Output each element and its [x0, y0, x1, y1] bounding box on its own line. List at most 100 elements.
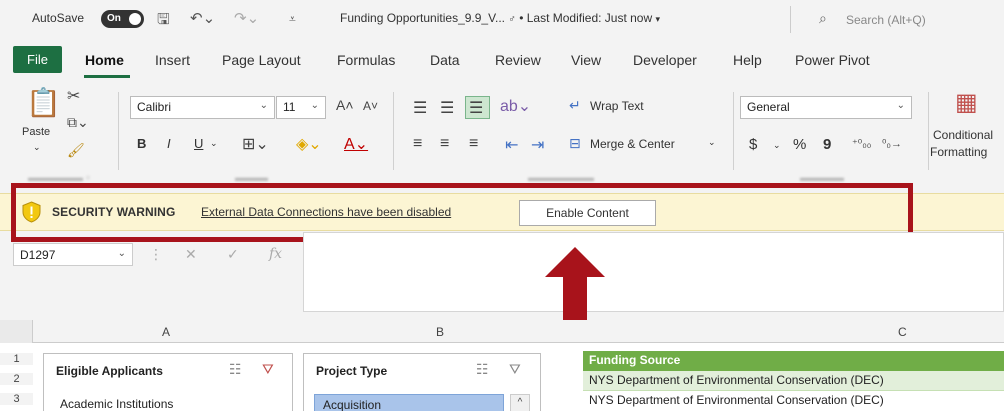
- tab-power-pivot[interactable]: Power Pivot: [795, 52, 870, 68]
- paste-icon[interactable]: 📋: [26, 86, 61, 119]
- enter-icon[interactable]: ✓: [227, 246, 239, 263]
- search-icon: ⌕: [819, 10, 827, 26]
- save-icon[interactable]: 🖫: [157, 9, 170, 34]
- number-format-select[interactable]: General ⌄: [740, 96, 912, 119]
- merge-dropdown-icon[interactable]: ⌄: [708, 137, 716, 148]
- tab-help[interactable]: Help: [733, 52, 762, 68]
- decrease-font-icon[interactable]: A˅: [363, 99, 378, 113]
- redo-icon[interactable]: ↷⌄: [234, 9, 259, 27]
- borders-icon[interactable]: ⊞⌄: [242, 134, 269, 154]
- top-align-icon[interactable]: ☰: [413, 98, 427, 118]
- tab-review[interactable]: Review: [495, 52, 541, 68]
- increase-indent-icon[interactable]: ⇥: [531, 135, 544, 155]
- wrap-text-icon[interactable]: ↵: [569, 97, 581, 114]
- slicer-item-selected[interactable]: Acquisition: [314, 394, 504, 411]
- bold-button[interactable]: B: [137, 136, 146, 151]
- table-row[interactable]: NYS Department of Environmental Conserva…: [583, 371, 1004, 391]
- slicer-eligible-applicants[interactable]: Eligible Applicants ☷ ⛛ Academic Institu…: [43, 353, 293, 411]
- select-all-corner[interactable]: [0, 320, 33, 343]
- font-size-select[interactable]: 11 ⌄: [276, 96, 326, 119]
- formula-input[interactable]: [303, 232, 1004, 312]
- ribbon-tabs: File Home Insert Page Layout Formulas Da…: [0, 38, 1004, 80]
- formula-buttons: ✕ ✓ fx: [165, 243, 301, 266]
- underline-dropdown-icon[interactable]: ⌄: [210, 138, 218, 149]
- decrease-indent-icon[interactable]: ⇤: [505, 135, 518, 155]
- conditional-formatting-label-1[interactable]: Conditional: [933, 128, 993, 142]
- more-options-icon[interactable]: ⋮: [149, 246, 163, 263]
- align-left-icon[interactable]: ≡: [413, 135, 422, 153]
- column-header-b[interactable]: B: [436, 325, 444, 339]
- orientation-icon[interactable]: ab⌄: [500, 96, 531, 116]
- multi-select-icon[interactable]: ☷: [229, 361, 242, 378]
- last-modified-text: • Last Modified: Just now: [519, 11, 653, 25]
- conditional-formatting-label-2[interactable]: Formatting: [930, 145, 987, 159]
- row-header-3[interactable]: 3: [0, 393, 33, 405]
- decrease-decimal-icon[interactable]: ⁰₀→: [882, 137, 902, 150]
- merge-center-icon[interactable]: ⊟: [569, 135, 581, 152]
- align-right-icon[interactable]: ≡: [469, 135, 478, 153]
- name-box[interactable]: D1297 ⌄: [13, 243, 133, 266]
- comma-button[interactable]: 9: [823, 136, 831, 153]
- tab-page-layout[interactable]: Page Layout: [222, 52, 301, 68]
- slicer-project-type[interactable]: Project Type ☷ ⛛ Acquisition ^: [303, 353, 541, 411]
- slicer-scroll-up[interactable]: ^: [510, 394, 530, 411]
- percent-button[interactable]: %: [793, 136, 806, 153]
- clear-filter-icon[interactable]: ⛛: [262, 361, 274, 378]
- increase-font-icon[interactable]: A˄: [336, 97, 354, 113]
- increase-decimal-icon[interactable]: ⁺⁰₀₀: [852, 137, 871, 150]
- title-bar: AutoSave On 🖫 ↶⌄ ↷⌄ ⩡ Funding Opportunit…: [0, 0, 1004, 38]
- tab-developer[interactable]: Developer: [633, 52, 697, 68]
- merge-center-button[interactable]: Merge & Center: [590, 137, 675, 151]
- font-name-select[interactable]: Calibri ⌄: [130, 96, 275, 119]
- tab-home[interactable]: Home: [85, 52, 124, 68]
- fill-color-icon[interactable]: ◈⌄: [296, 134, 322, 154]
- align-center-icon[interactable]: ≡: [440, 135, 449, 153]
- underline-button[interactable]: U: [194, 136, 203, 151]
- tab-view[interactable]: View: [571, 52, 601, 68]
- cancel-icon[interactable]: ✕: [185, 246, 197, 263]
- column-header-a[interactable]: A: [162, 325, 170, 339]
- wrap-text-button[interactable]: Wrap Text: [590, 99, 644, 113]
- chevron-down-icon: ▾: [655, 14, 661, 24]
- table-row[interactable]: NYS Department of Environmental Conserva…: [583, 391, 1004, 411]
- font-color-icon[interactable]: A⌄: [344, 134, 368, 154]
- middle-align-icon[interactable]: ☰: [440, 98, 454, 118]
- slicer-title: Eligible Applicants: [56, 364, 163, 378]
- divider: [118, 92, 119, 170]
- slicer-title: Project Type: [316, 364, 388, 378]
- slicer-item[interactable]: Academic Institutions: [52, 394, 284, 411]
- chevron-down-icon: ⌄: [310, 100, 319, 111]
- tab-formulas[interactable]: Formulas: [337, 52, 395, 68]
- tab-data[interactable]: Data: [430, 52, 460, 68]
- toggle-knob: [129, 13, 141, 25]
- insert-function-icon[interactable]: fx: [269, 246, 282, 262]
- bottom-align-icon[interactable]: ☰: [469, 98, 483, 118]
- tab-insert[interactable]: Insert: [155, 52, 190, 68]
- currency-button[interactable]: $: [749, 136, 757, 153]
- paste-dropdown-icon[interactable]: ⌄: [33, 142, 41, 153]
- italic-button[interactable]: I: [167, 136, 171, 151]
- undo-icon[interactable]: ↶⌄: [190, 9, 215, 27]
- customize-qat-icon[interactable]: ⩡: [289, 12, 296, 27]
- multi-select-icon[interactable]: ☷: [476, 361, 489, 378]
- cut-icon[interactable]: ✂: [67, 86, 80, 106]
- paste-label[interactable]: Paste: [22, 126, 50, 138]
- clear-filter-icon[interactable]: ⛛: [509, 361, 521, 378]
- search-box[interactable]: ⌕ Search (Alt+Q): [790, 6, 1004, 33]
- conditional-formatting-icon[interactable]: ▦: [955, 88, 978, 117]
- autosave-toggle[interactable]: On: [101, 10, 144, 28]
- tab-file[interactable]: File: [13, 46, 62, 73]
- name-box-value: D1297: [20, 248, 56, 262]
- document-title[interactable]: Funding Opportunities_9.9_V... ♂ • Last …: [340, 11, 660, 25]
- format-painter-icon[interactable]: 🖌: [67, 142, 85, 159]
- chevron-down-icon: ⌄: [896, 100, 905, 111]
- ribbon: 📋 Paste ⌄ ✂ ⧉⌄ 🖌 Calibri ⌄ 11 ⌄ A˄ A˅ B I …: [0, 80, 1004, 185]
- worksheet-grid[interactable]: A B C 1 2 3 Eligible Applicants ☷ ⛛ Acad…: [0, 320, 1004, 411]
- document-title-text: Funding Opportunities_9.9_V...: [340, 11, 506, 25]
- row-header-1[interactable]: 1: [0, 353, 33, 365]
- copy-icon[interactable]: ⧉⌄: [67, 114, 89, 131]
- row-header-2[interactable]: 2: [0, 373, 33, 385]
- column-header-c[interactable]: C: [898, 325, 907, 339]
- currency-dropdown-icon[interactable]: ⌄: [773, 140, 781, 151]
- funding-source-header[interactable]: Funding Source: [583, 351, 1004, 371]
